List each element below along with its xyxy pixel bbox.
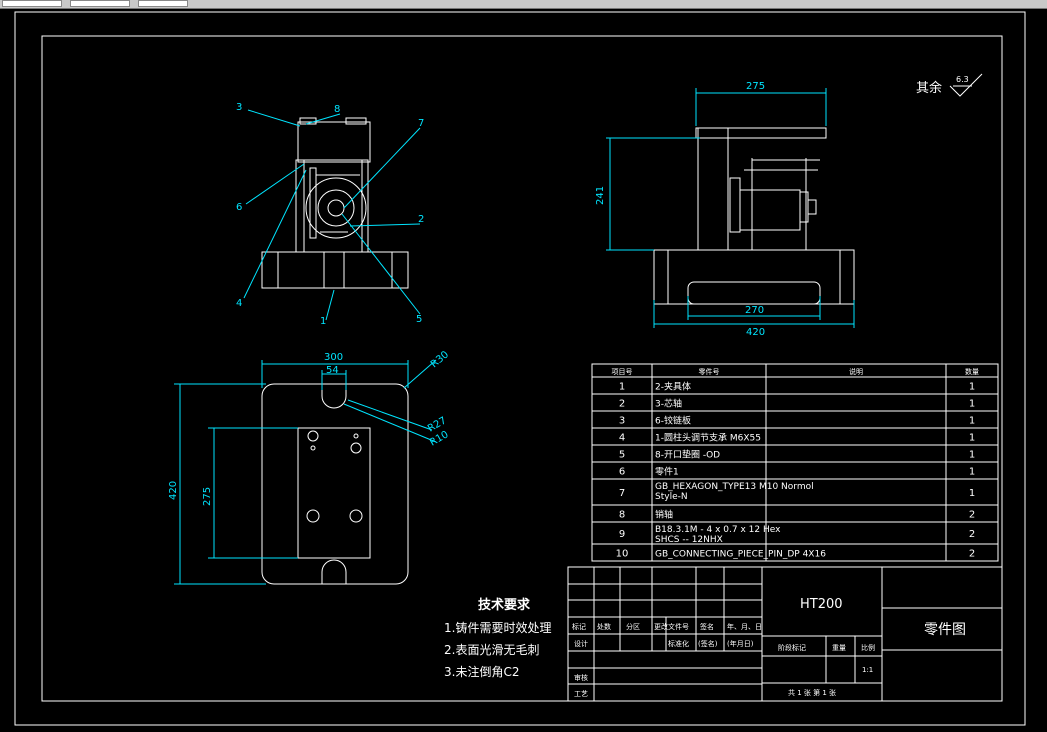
bom-row-number: 9 bbox=[619, 529, 625, 540]
bom-row-number: 4 bbox=[619, 433, 625, 444]
dim-height-420: 420 bbox=[168, 481, 179, 500]
tb-process: 工艺 bbox=[574, 690, 588, 698]
bom-row-part: 2-夹具体 bbox=[655, 381, 691, 393]
tb-signature-paren: (签名) bbox=[698, 639, 718, 648]
bom-row-quantity: 1 bbox=[969, 488, 975, 499]
bill-of-materials-table: 项目号 零件号 说明 数量 1 2-夹具体 1 2 3-芯轴 1 3 6-铰链板 1 4 1-圆柱头调节支承… bbox=[591, 363, 999, 562]
callout-5: 5 bbox=[416, 314, 422, 325]
callout-6: 6 bbox=[236, 202, 242, 213]
bom-row-number: 1 bbox=[619, 382, 625, 393]
bom-row-number: 8 bbox=[619, 510, 625, 521]
dim-top-width-300: 300 bbox=[324, 352, 343, 363]
toolbar-field-2[interactable] bbox=[70, 0, 130, 7]
tech-req-item-1: 1.铸件需要时效处理 bbox=[444, 620, 551, 635]
header-description: 说明 bbox=[849, 367, 863, 376]
tech-req-item-3: 3.未注倒角C2 bbox=[444, 664, 519, 679]
toolbar-fields bbox=[0, 0, 200, 8]
dim-inner-height-275: 275 bbox=[202, 487, 213, 506]
bom-row-number: 5 bbox=[619, 450, 625, 461]
tech-req-item-2: 2.表面光滑无毛刺 bbox=[444, 643, 539, 657]
tb-scale-value: 1:1 bbox=[862, 666, 873, 674]
tb-sheets: 共 1 张 第 1 张 bbox=[788, 688, 836, 697]
bom-row-part: 3-芯轴 bbox=[655, 398, 682, 410]
bom-row-part: GB_HEXAGON_TYPE13 M10 Normol Style-N bbox=[655, 482, 814, 502]
bom-row-number: 6 bbox=[619, 467, 625, 478]
tb-mark: 标记 bbox=[572, 622, 586, 631]
bom-row-part: GB_CONNECTING_PIECE_PIN_DP 4X16 bbox=[655, 550, 826, 560]
bom-row-quantity: 2 bbox=[969, 510, 975, 521]
tb-zone: 分区 bbox=[626, 622, 640, 631]
bom-row-quantity: 1 bbox=[969, 416, 975, 427]
tb-date: 年、月、日 bbox=[727, 622, 762, 631]
dim-top-width: 275 bbox=[746, 81, 765, 92]
front-view: 3 8 7 6 2 4 1 5 bbox=[236, 102, 424, 327]
tb-standardization: 标准化 bbox=[668, 639, 689, 648]
bom-row-part: 1-圆柱头调节支承 M6X55 bbox=[655, 432, 761, 444]
bom-row-quantity: 1 bbox=[969, 467, 975, 478]
header-quantity: 数量 bbox=[965, 367, 979, 376]
tb-weight: 重量 bbox=[832, 644, 846, 652]
bom-row-part: 零件1 bbox=[655, 466, 679, 478]
bom-row-quantity: 1 bbox=[969, 399, 975, 410]
tech-req-title: 技术要求 bbox=[478, 597, 531, 613]
bom-row-part: B18.3.1M - 4 x 0.7 x 12 Hex SHCS -- 12NHX bbox=[655, 525, 781, 545]
callout-4: 4 bbox=[236, 298, 242, 309]
dim-base-width: 420 bbox=[746, 327, 765, 338]
dim-inner-width: 270 bbox=[745, 305, 764, 316]
tb-stage-mark: 阶段标记 bbox=[778, 643, 806, 652]
dim-slot-54: 54 bbox=[326, 365, 339, 376]
tb-material: HT200 bbox=[800, 597, 843, 612]
drawing-frame bbox=[14, 11, 1026, 726]
bom-row-quantity: 1 bbox=[969, 450, 975, 461]
bom-row-quantity: 1 bbox=[969, 433, 975, 444]
callout-3: 3 bbox=[236, 102, 242, 113]
bom-row-quantity: 2 bbox=[969, 549, 975, 560]
technical-requirements: 技术要求 1.铸件需要时效处理 2.表面光滑无毛刺 3.未注倒角C2 bbox=[444, 597, 551, 679]
bom-row-part: 8-开口垫圈 -OD bbox=[655, 449, 720, 461]
title-block: 标记 处数 分区 更改文件号 签名 年、月、日 设计 标准化 (签名) (年月日… bbox=[567, 566, 1003, 702]
bom-row-part: 6-铰链板 bbox=[655, 415, 691, 427]
surface-finish-label: 其余 bbox=[916, 80, 942, 96]
bom-row-quantity: 1 bbox=[969, 382, 975, 393]
tb-design: 设计 bbox=[574, 639, 588, 648]
tb-count: 处数 bbox=[597, 622, 611, 631]
top-view: 300 54 R30 R27 R10 420 275 bbox=[168, 349, 451, 585]
callout-8: 8 bbox=[334, 104, 340, 115]
bom-row-quantity: 2 bbox=[969, 529, 975, 540]
callout-1: 1 bbox=[320, 316, 326, 327]
bom-row-part: 销轴 bbox=[655, 509, 673, 521]
surface-finish-symbol: 其余 6.3 bbox=[916, 73, 983, 97]
dim-corner-radius: R30 bbox=[429, 349, 451, 370]
header-item-no: 项目号 bbox=[612, 368, 633, 376]
tb-change-doc: 更改文件号 bbox=[654, 622, 689, 631]
cad-drawing-canvas[interactable]: 其余 6.3 3 8 7 6 2 4 1 5 275 241 270 420 3… bbox=[0, 9, 1047, 732]
toolbar-field-1[interactable] bbox=[2, 0, 62, 7]
callout-7: 7 bbox=[418, 118, 424, 129]
toolbar-field-3[interactable] bbox=[138, 0, 188, 7]
tb-scale: 比例 bbox=[861, 643, 875, 652]
tb-sign: 签名 bbox=[700, 622, 714, 631]
header-part-no: 零件号 bbox=[699, 367, 720, 376]
bom-row-number: 2 bbox=[619, 399, 625, 410]
bom-row-number: 3 bbox=[619, 416, 625, 427]
bom-row-number: 7 bbox=[619, 488, 625, 499]
bom-row-number: 10 bbox=[616, 549, 629, 560]
callout-2: 2 bbox=[418, 214, 424, 225]
tb-date-paren: (年月日) bbox=[727, 639, 754, 648]
tb-review: 审核 bbox=[574, 673, 588, 682]
side-view: 275 241 270 420 bbox=[595, 81, 855, 338]
dim-height: 241 bbox=[595, 186, 606, 205]
surface-finish-value: 6.3 bbox=[956, 75, 969, 84]
application-toolbar bbox=[0, 0, 1047, 9]
tb-drawing-name: 零件图 bbox=[924, 622, 966, 638]
